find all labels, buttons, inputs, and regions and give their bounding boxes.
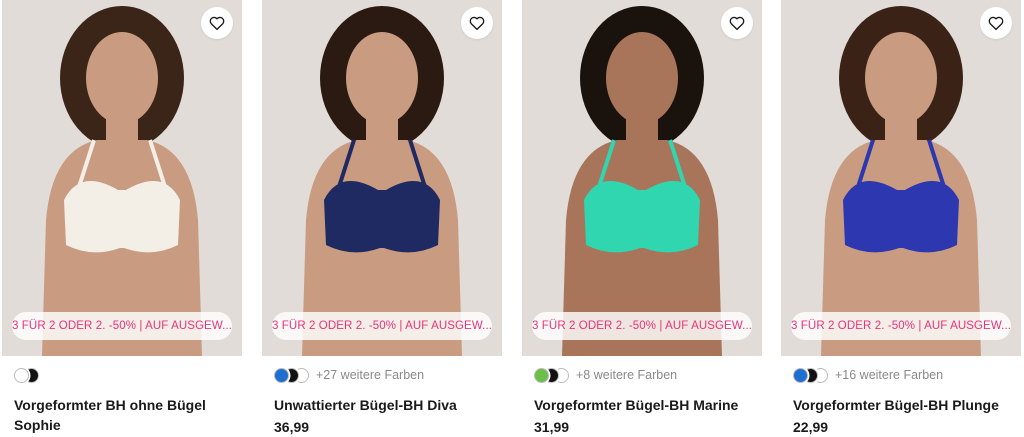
model-illustration [522, 0, 762, 356]
wishlist-button[interactable] [201, 7, 233, 39]
wishlist-button[interactable] [461, 7, 493, 39]
color-swatch[interactable] [274, 367, 289, 383]
product-image[interactable]: 3 FÜR 2 ODER 2. -50% | AUF AUSGEW... [262, 0, 502, 356]
heart-outline-icon [988, 16, 1004, 31]
model-illustration [262, 0, 502, 356]
more-colors-link[interactable]: +8 weitere Farben [576, 368, 677, 382]
model-illustration [2, 0, 242, 356]
heart-outline-icon [209, 16, 225, 31]
color-swatches[interactable]: +16 weitere Farben [793, 367, 943, 383]
product-image[interactable]: 3 FÜR 2 ODER 2. -50% | AUF AUSGEW... [522, 0, 762, 356]
product-price: 31,99 [534, 419, 570, 435]
color-swatch[interactable] [793, 367, 808, 383]
product-card-4[interactable]: 3 FÜR 2 ODER 2. -50% | AUF AUSGEW... +16… [781, 0, 1021, 437]
promo-badge: 3 FÜR 2 ODER 2. -50% | AUF AUSGEW... [12, 312, 232, 340]
product-card-3[interactable]: 3 FÜR 2 ODER 2. -50% | AUF AUSGEW... +8 … [522, 0, 762, 437]
product-image[interactable]: 3 FÜR 2 ODER 2. -50% | AUF AUSGEW... [781, 0, 1021, 356]
heart-outline-icon [469, 16, 485, 31]
color-swatch[interactable] [14, 367, 29, 383]
color-swatch[interactable] [534, 367, 549, 383]
product-name[interactable]: Vorgeformter Bügel-BH Marine [534, 395, 754, 415]
product-image[interactable]: 3 FÜR 2 ODER 2. -50% | AUF AUSGEW... [2, 0, 242, 356]
product-card-2[interactable]: 3 FÜR 2 ODER 2. -50% | AUF AUSGEW... +27… [262, 0, 502, 437]
promo-badge: 3 FÜR 2 ODER 2. -50% | AUF AUSGEW... [532, 312, 752, 340]
product-grid: 3 FÜR 2 ODER 2. -50% | AUF AUSGEW... Vor… [0, 0, 1024, 437]
model-illustration [781, 0, 1021, 356]
product-name[interactable]: Unwattierter Bügel-BH Diva [274, 395, 494, 415]
more-colors-link[interactable]: +16 weitere Farben [835, 368, 943, 382]
heart-outline-icon [729, 16, 745, 31]
promo-badge: 3 FÜR 2 ODER 2. -50% | AUF AUSGEW... [272, 312, 492, 340]
color-swatches[interactable]: +27 weitere Farben [274, 367, 424, 383]
wishlist-button[interactable] [980, 7, 1012, 39]
product-price: 22,99 [793, 419, 829, 435]
wishlist-button[interactable] [721, 7, 753, 39]
product-name[interactable]: Vorgeformter Bügel-BH Plunge [793, 395, 1013, 415]
promo-badge: 3 FÜR 2 ODER 2. -50% | AUF AUSGEW... [791, 312, 1011, 340]
color-swatches[interactable] [14, 367, 46, 383]
color-swatches[interactable]: +8 weitere Farben [534, 367, 677, 383]
product-name[interactable]: Vorgeformter BH ohne Bügel Sophie [14, 395, 234, 435]
product-card-1[interactable]: 3 FÜR 2 ODER 2. -50% | AUF AUSGEW... Vor… [2, 0, 242, 437]
more-colors-link[interactable]: +27 weitere Farben [316, 368, 424, 382]
product-price: 36,99 [274, 419, 310, 435]
